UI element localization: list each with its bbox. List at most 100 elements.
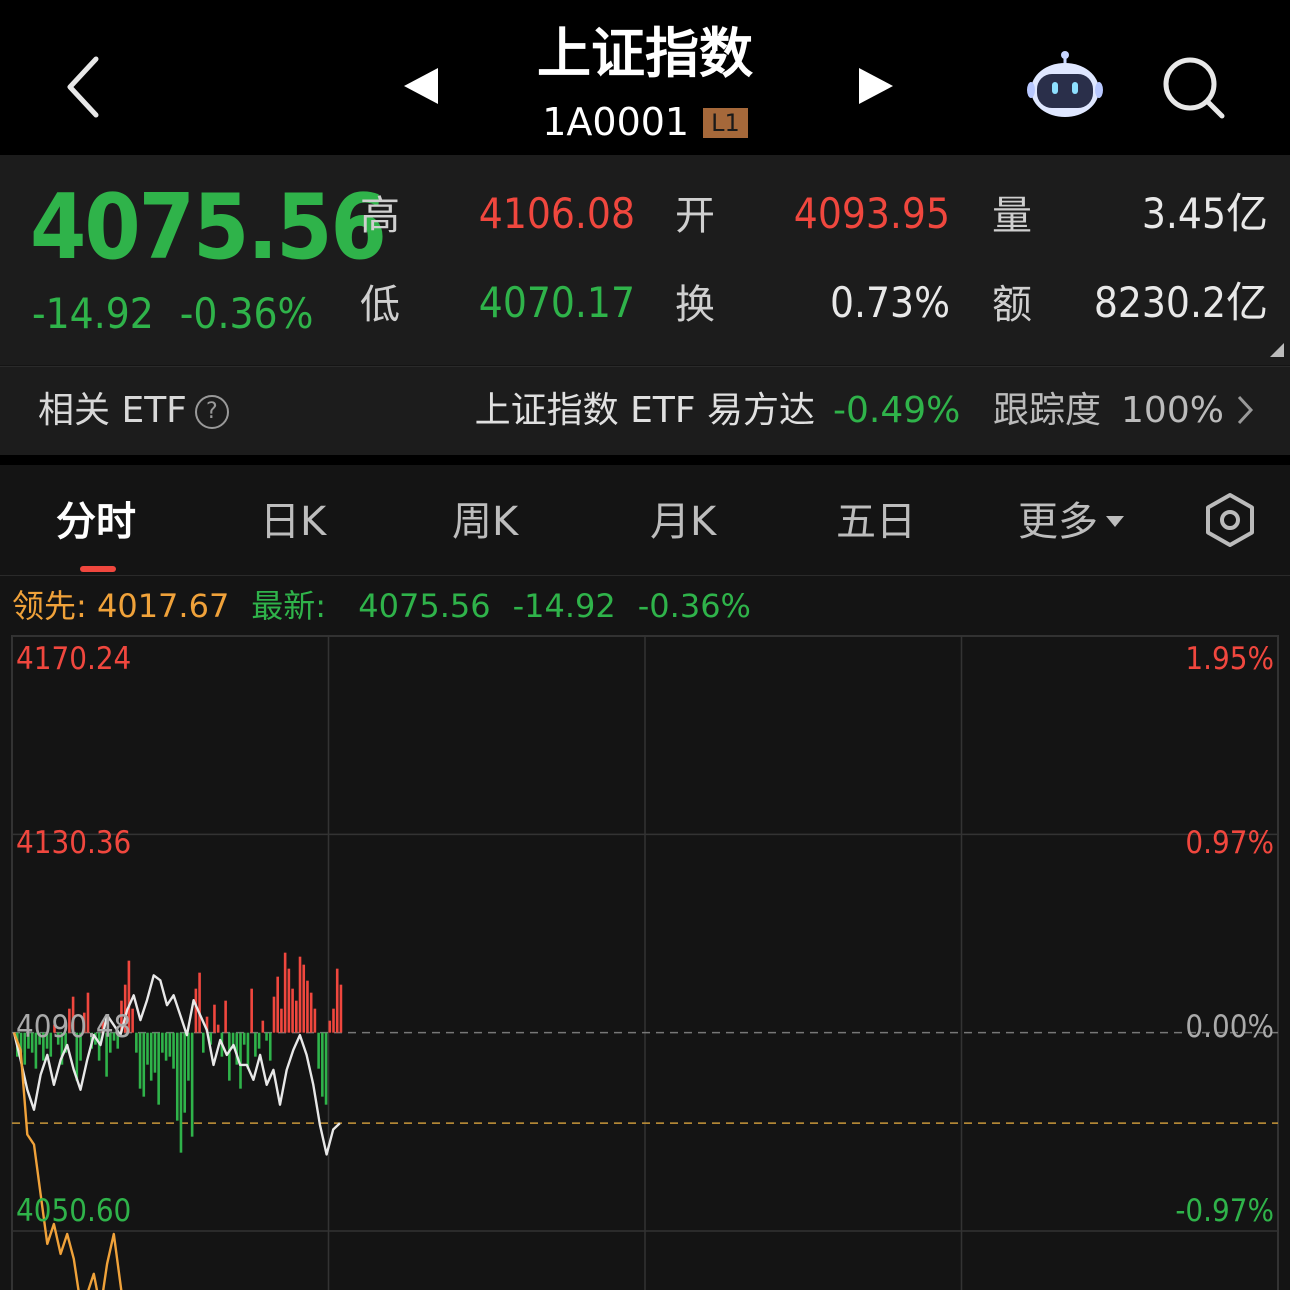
bar-78 — [306, 980, 309, 1033]
lead-value: 4017.67 — [96, 587, 230, 625]
y-tick-left-2: 4090.48 — [16, 1009, 132, 1045]
robot-assistant-icon[interactable] — [1025, 50, 1105, 120]
etf-label-group: 相关 ETF? — [38, 389, 229, 433]
bar-82 — [321, 1032, 324, 1097]
bar-65 — [257, 1032, 261, 1049]
bar-62 — [246, 1032, 250, 1069]
bar-33 — [138, 1032, 142, 1089]
etf-name: 上证指数 ETF 易方达 — [474, 390, 815, 431]
prev-stock-icon[interactable] — [400, 66, 442, 106]
lead-label: 领先: — [12, 587, 87, 625]
bar-85 — [332, 1008, 335, 1033]
level-badge: L1 — [703, 108, 748, 138]
chart-grid — [11, 635, 1279, 1290]
latest-label: 最新: — [251, 587, 327, 625]
tab-daily-k[interactable]: 日K — [260, 496, 326, 548]
bar-35 — [146, 1032, 149, 1065]
bar-73 — [287, 968, 291, 1033]
stock-code: 1A0001 — [542, 100, 690, 144]
tab-more-label: 更多 — [1018, 499, 1098, 545]
tab-monthly-k[interactable]: 月K — [650, 496, 716, 548]
settings-icon[interactable] — [1202, 492, 1258, 548]
bar-64 — [254, 1032, 257, 1057]
chevron-right-icon[interactable] — [1236, 394, 1254, 426]
tab-intraday[interactable]: 分时 — [56, 496, 136, 548]
y-tick-left-0: 4170.24 — [16, 641, 132, 677]
turnover-label: 换 — [675, 282, 715, 328]
bar-68 — [268, 1032, 272, 1061]
latest-label-value: 最新: 4075.56 — [251, 587, 490, 625]
bar-67 — [265, 1032, 268, 1041]
bar-34 — [142, 1032, 146, 1097]
high-label: 高 — [360, 193, 400, 239]
bar-36 — [149, 1032, 153, 1081]
bar-87 — [339, 984, 343, 1033]
related-etf-row[interactable]: 相关 ETF? 上证指数 ETF 易方达 -0.49% 跟踪度 100% — [0, 366, 1290, 455]
bar-38 — [157, 1032, 160, 1105]
intraday-chart[interactable] — [0, 630, 1290, 1290]
legend-lead: 领先: 4017.67 — [12, 587, 229, 625]
bar-66 — [261, 1020, 265, 1033]
tab-more[interactable]: 更多 — [1018, 496, 1124, 548]
y-tick-left-1: 4130.36 — [16, 825, 132, 861]
bar-80 — [313, 1008, 317, 1033]
latest-percent: -0.36% — [637, 587, 751, 625]
tab-weekly-k[interactable]: 周K — [452, 496, 518, 548]
bar-75 — [295, 1000, 298, 1033]
bar-44 — [179, 1032, 183, 1153]
back-icon[interactable] — [60, 55, 110, 119]
bar-54 — [216, 1024, 220, 1033]
price-change: -14.92 -0.36% — [32, 290, 313, 338]
next-stock-icon[interactable] — [855, 66, 897, 106]
tracking-value: 100% — [1121, 390, 1224, 431]
latest-change: -14.92 — [512, 587, 616, 625]
y-tick-right-3: -0.97% — [1175, 1193, 1274, 1229]
bar-43 — [175, 1032, 179, 1121]
expand-corner-icon[interactable] — [1270, 343, 1284, 357]
bar-45 — [183, 1032, 186, 1113]
latest-value: 4075.56 — [358, 587, 491, 625]
bar-41 — [168, 1032, 172, 1057]
help-icon[interactable]: ? — [194, 395, 229, 429]
volume-value: 3.45亿 — [1141, 189, 1268, 238]
change-value: -14.92 — [32, 289, 154, 338]
bar-50 — [202, 1032, 205, 1053]
current-price: 4075.56 — [30, 175, 387, 280]
bar-86 — [335, 968, 339, 1033]
bar-56 — [224, 1000, 227, 1033]
turnover-value: 0.73% — [829, 278, 950, 327]
series-line-1 — [12, 1032, 123, 1290]
bar-40 — [164, 1032, 168, 1061]
y-tick-right-2: 0.00% — [1185, 1009, 1274, 1045]
bar-53 — [213, 1004, 216, 1033]
bar-37 — [153, 1032, 157, 1073]
bar-81 — [317, 1032, 320, 1069]
etf-label: 相关 ETF — [38, 390, 187, 431]
bar-74 — [291, 988, 294, 1033]
bar-46 — [187, 1032, 190, 1081]
legend-latest: 最新: 4075.56 -14.92 -0.36% — [251, 587, 751, 625]
bar-48 — [194, 988, 198, 1033]
bar-47 — [190, 1032, 194, 1137]
bar-79 — [309, 992, 313, 1033]
bar-72 — [283, 952, 287, 1033]
stock-code-row: 1A0001 L1 — [445, 100, 845, 144]
change-percent: -0.36% — [179, 289, 314, 338]
tab-five-day[interactable]: 五日 — [836, 496, 916, 548]
bar-76 — [298, 956, 302, 1033]
bar-31 — [131, 1008, 134, 1033]
bar-42 — [172, 1032, 175, 1069]
chart-legend: 领先: 4017.67 最新: 4075.56 -14.92 -0.36% — [12, 586, 751, 626]
bar-77 — [302, 964, 306, 1033]
bar-39 — [161, 1032, 164, 1053]
tracking-group: 跟踪度 100% — [993, 389, 1224, 433]
bar-61 — [242, 1032, 246, 1045]
amount-value: 8230.2亿 — [1093, 278, 1268, 327]
y-tick-right-1: 0.97% — [1185, 825, 1274, 861]
volume-label: 量 — [992, 193, 1032, 239]
bar-57 — [228, 1032, 231, 1081]
bar-71 — [280, 1008, 283, 1033]
y-tick-right-0: 1.95% — [1185, 641, 1274, 677]
bar-69 — [272, 996, 276, 1033]
search-icon[interactable] — [1160, 54, 1228, 122]
